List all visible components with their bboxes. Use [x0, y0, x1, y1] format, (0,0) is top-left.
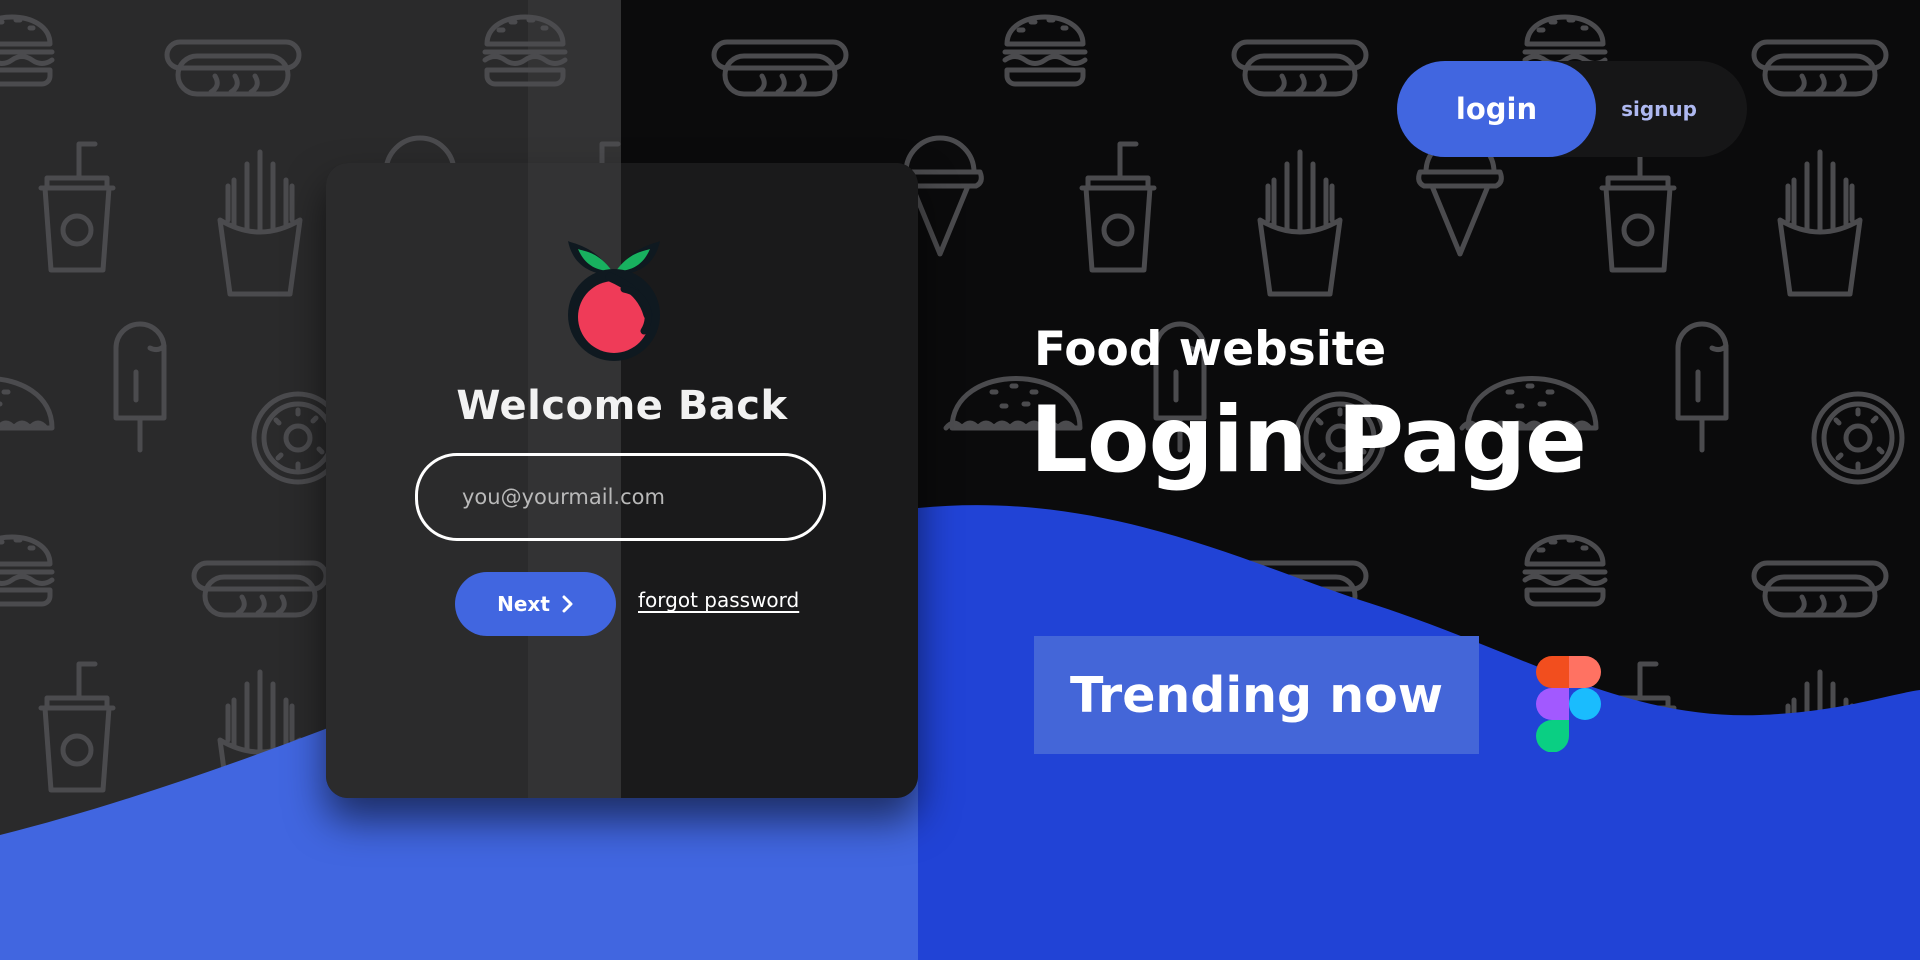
login-card: Welcome Back Next forgot password	[326, 163, 918, 798]
figma-logo-icon	[1536, 656, 1601, 752]
promo-subtitle: Food website	[1034, 322, 1387, 377]
next-button[interactable]: Next	[455, 572, 616, 636]
chevron-right-icon	[562, 595, 573, 613]
login-page: Welcome Back Next forgot password login …	[0, 0, 1920, 960]
login-tab-button[interactable]: login	[1397, 61, 1596, 157]
trending-badge: Trending now	[1034, 636, 1479, 754]
welcome-heading: Welcome Back	[456, 383, 788, 429]
auth-toggle: login signup	[1397, 61, 1747, 157]
promo-title: Login Page	[1030, 388, 1587, 493]
next-button-label: Next	[497, 592, 550, 616]
cherry-logo-icon	[568, 241, 660, 361]
email-input[interactable]	[415, 453, 826, 541]
forgot-password-link[interactable]: forgot password	[638, 588, 799, 612]
signup-tab-button[interactable]: signup	[1609, 61, 1709, 157]
